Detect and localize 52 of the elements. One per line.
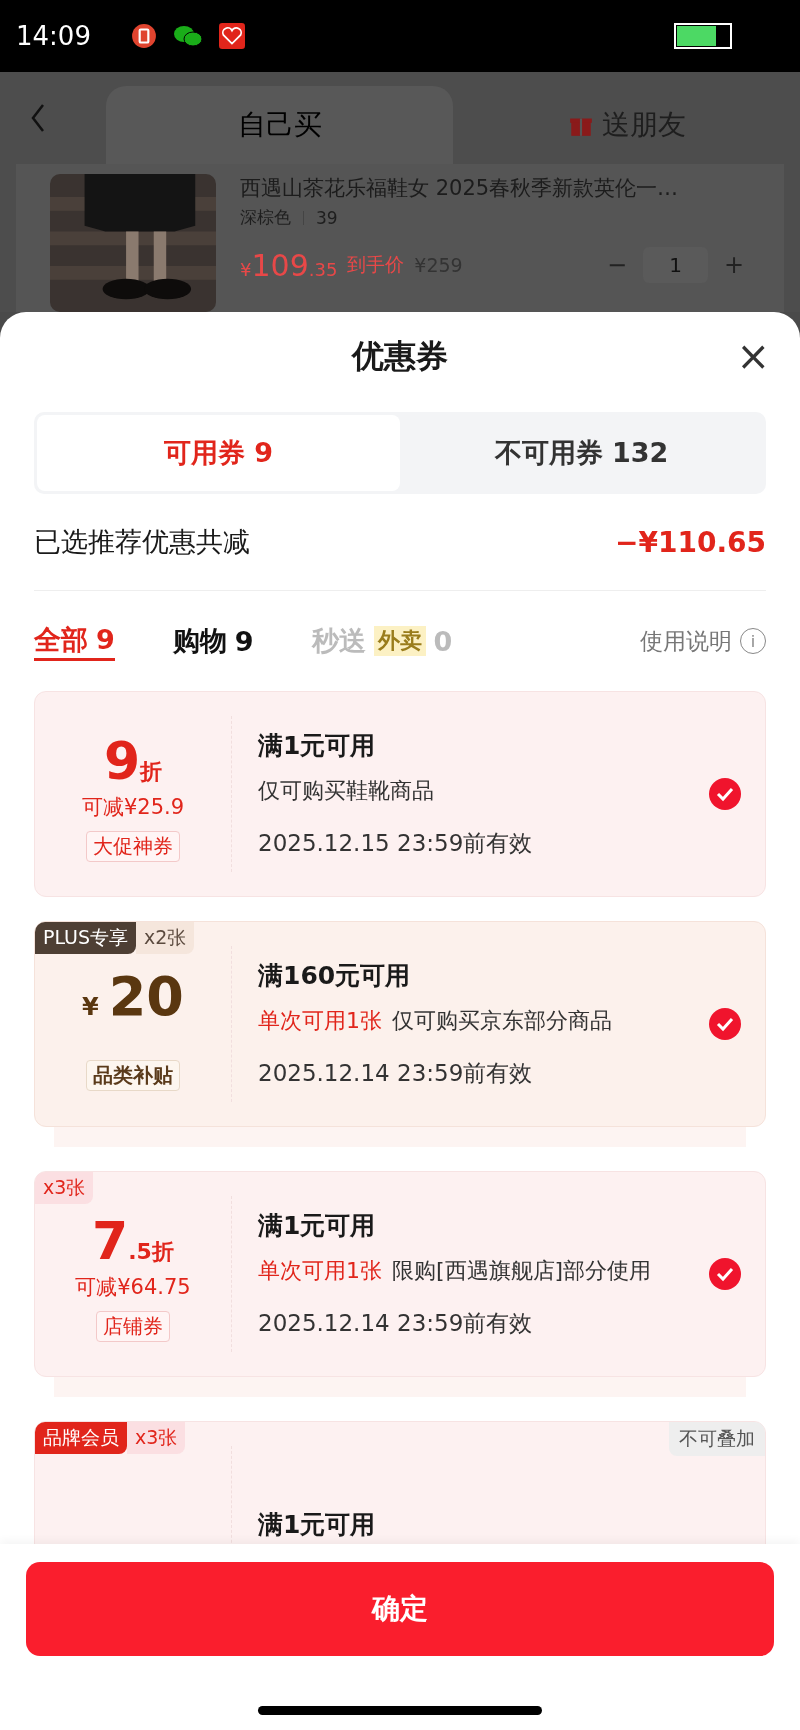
coupon-type: 品类补贴 — [86, 1060, 180, 1091]
summary-label: 已选推荐优惠共减 — [34, 525, 250, 559]
delivery-tag: 外卖 — [373, 626, 426, 656]
checkbox-icon[interactable] — [708, 1257, 742, 1291]
coupon-card[interactable]: 9折 可减¥25.9 大促神券 满1元可用 仅可购买鞋靴商品 2025.12.15 23:59前有效 — [34, 691, 766, 897]
chat-app-icon — [172, 23, 203, 49]
coupon-count: x3张 — [127, 1422, 186, 1454]
close-button[interactable]: × — [736, 334, 770, 378]
coupon-condition: 满160元可用 — [258, 960, 412, 992]
sheet-title: 优惠券 — [352, 336, 448, 377]
saving-amount: 可减¥25.9 — [81, 793, 185, 821]
coupon-badge: PLUS专享 — [35, 922, 137, 954]
coupon-condition: 满1元可用 — [258, 730, 377, 762]
purchase-tab[interactable]: 自己买 — [106, 86, 453, 164]
checkbox-icon[interactable] — [708, 777, 742, 811]
coupon-card[interactable]: 品牌会员 x3张 不可叠加 满1元可用 — [34, 1421, 766, 1544]
stacking-note: 不可叠加 — [669, 1422, 765, 1456]
coupon-validity: 2025.12.14 23:59前有效 — [258, 1059, 534, 1088]
coupon-validity: 2025.12.15 23:59前有效 — [258, 829, 534, 858]
coupon-scope: 仅可购买鞋靴商品 — [258, 777, 435, 805]
back-icon[interactable] — [30, 103, 46, 133]
quantity-field[interactable]: 1 — [643, 247, 708, 283]
coupon-tab[interactable]: 不可用券 132 — [400, 415, 763, 491]
status-time: 14:09 — [16, 21, 91, 51]
cash-value: ¥ 20 — [82, 965, 184, 1028]
coupon-condition: 满1元可用 — [258, 1508, 377, 1541]
saving-amount: 可减¥64.75 — [75, 1273, 191, 1301]
coupon-badge: 品牌会员 — [35, 1422, 127, 1454]
coupon-type: 大促神券 — [86, 830, 180, 862]
price-note: 到手价 — [347, 252, 405, 277]
discount-value: 9折 — [103, 734, 163, 787]
battery-icon — [674, 23, 734, 49]
filter-tab[interactable]: 全部 9 — [34, 621, 115, 661]
filter-tab[interactable]: 购物 9 — [172, 623, 254, 659]
coupon-condition: 满1元可用 — [258, 1210, 377, 1242]
coin-app-icon — [130, 23, 157, 49]
coupon-card[interactable]: x3张 7.5折 可减¥64.75 店铺券 满1元可用 单次可用1张 限购[西遇旗舰店]部分使用 2025.12.14 23:59前有效 — [34, 1171, 766, 1377]
confirm-button[interactable]: 确定 — [26, 1562, 774, 1656]
coupon-count: x2张 — [136, 922, 195, 954]
usage-link[interactable]: 使用说明 — [640, 625, 732, 657]
checkbox-icon[interactable] — [708, 1007, 742, 1041]
summary-amount: −¥110.65 — [615, 525, 766, 559]
coupon-validity: 2025.12.14 23:59前有效 — [258, 1309, 534, 1338]
product-price: ¥109.35 — [240, 247, 338, 283]
coupon-type: 店铺券 — [96, 1310, 170, 1342]
discount-value: 7.5折 — [92, 1214, 174, 1267]
coupon-card[interactable]: PLUS专享 x2张 ¥ 20 品类补贴 满160元可用 单次可用1张 仅可购买京东部分商品 2025.12.14 23:59前有效 — [34, 921, 766, 1127]
coupon-scope: 单次可用1张 限购[西遇旗舰店]部分使用 — [258, 1257, 653, 1285]
coupon-count: x3张 — [35, 1172, 94, 1204]
coupon-scope: 单次可用1张 仅可购买京东部分商品 — [258, 1007, 613, 1035]
heart-app-icon — [218, 23, 245, 49]
coupon-tab[interactable]: 可用券 9 — [37, 415, 400, 491]
